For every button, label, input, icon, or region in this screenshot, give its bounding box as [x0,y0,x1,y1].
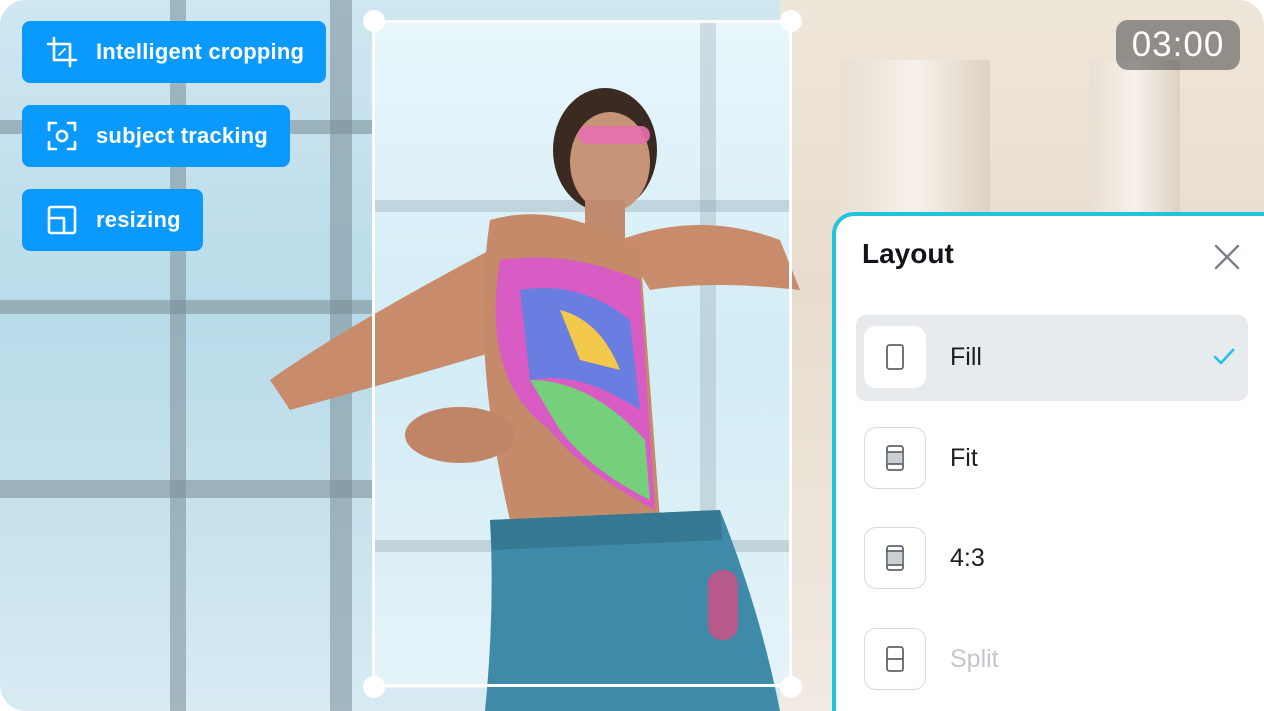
resize-icon [46,204,78,236]
feature-label: subject tracking [96,123,268,148]
feature-resizing: resizing [22,189,203,251]
layout-option-fill[interactable]: Fill [856,315,1248,401]
crop-icon [46,36,78,68]
layout-option-4-3[interactable]: 4:3 [856,516,1248,602]
layout-option-split[interactable]: Split [856,617,1248,703]
crop-handle-top-left[interactable] [363,10,385,32]
fit-layout-icon [864,427,926,489]
layout-option-label: 4:3 [950,544,985,572]
check-icon [1213,348,1235,365]
split-layout-icon [864,628,926,690]
duration-badge: 03:00 [1116,20,1240,70]
layout-option-label: Fit [950,444,978,472]
feature-label: Intelligent cropping [96,39,305,64]
layout-panel: Layout Fill Fit 4:3 Split [832,212,1264,711]
crop-handle-top-right[interactable] [780,10,802,32]
layout-option-label: Fill [950,343,982,371]
feature-subject-tracking: subject tracking [22,105,290,167]
close-icon[interactable] [1214,244,1240,270]
background-column-capital [840,60,990,220]
video-preview: Intelligent cropping subject tracking re… [0,0,1264,711]
feature-intelligent-cropping: Intelligent cropping [22,21,327,83]
focus-target-icon [46,120,78,152]
crop-handle-bottom-left[interactable] [363,676,385,698]
aspect-4-3-icon [864,527,926,589]
layout-option-fit[interactable]: Fit [856,416,1248,502]
background-column [1090,60,1180,230]
feature-label: resizing [96,207,181,232]
layout-option-label: Split [950,645,999,673]
panel-title: Layout [862,238,954,269]
fill-layout-icon [864,326,926,388]
crop-frame[interactable] [372,20,792,687]
crop-handle-bottom-right[interactable] [780,676,802,698]
